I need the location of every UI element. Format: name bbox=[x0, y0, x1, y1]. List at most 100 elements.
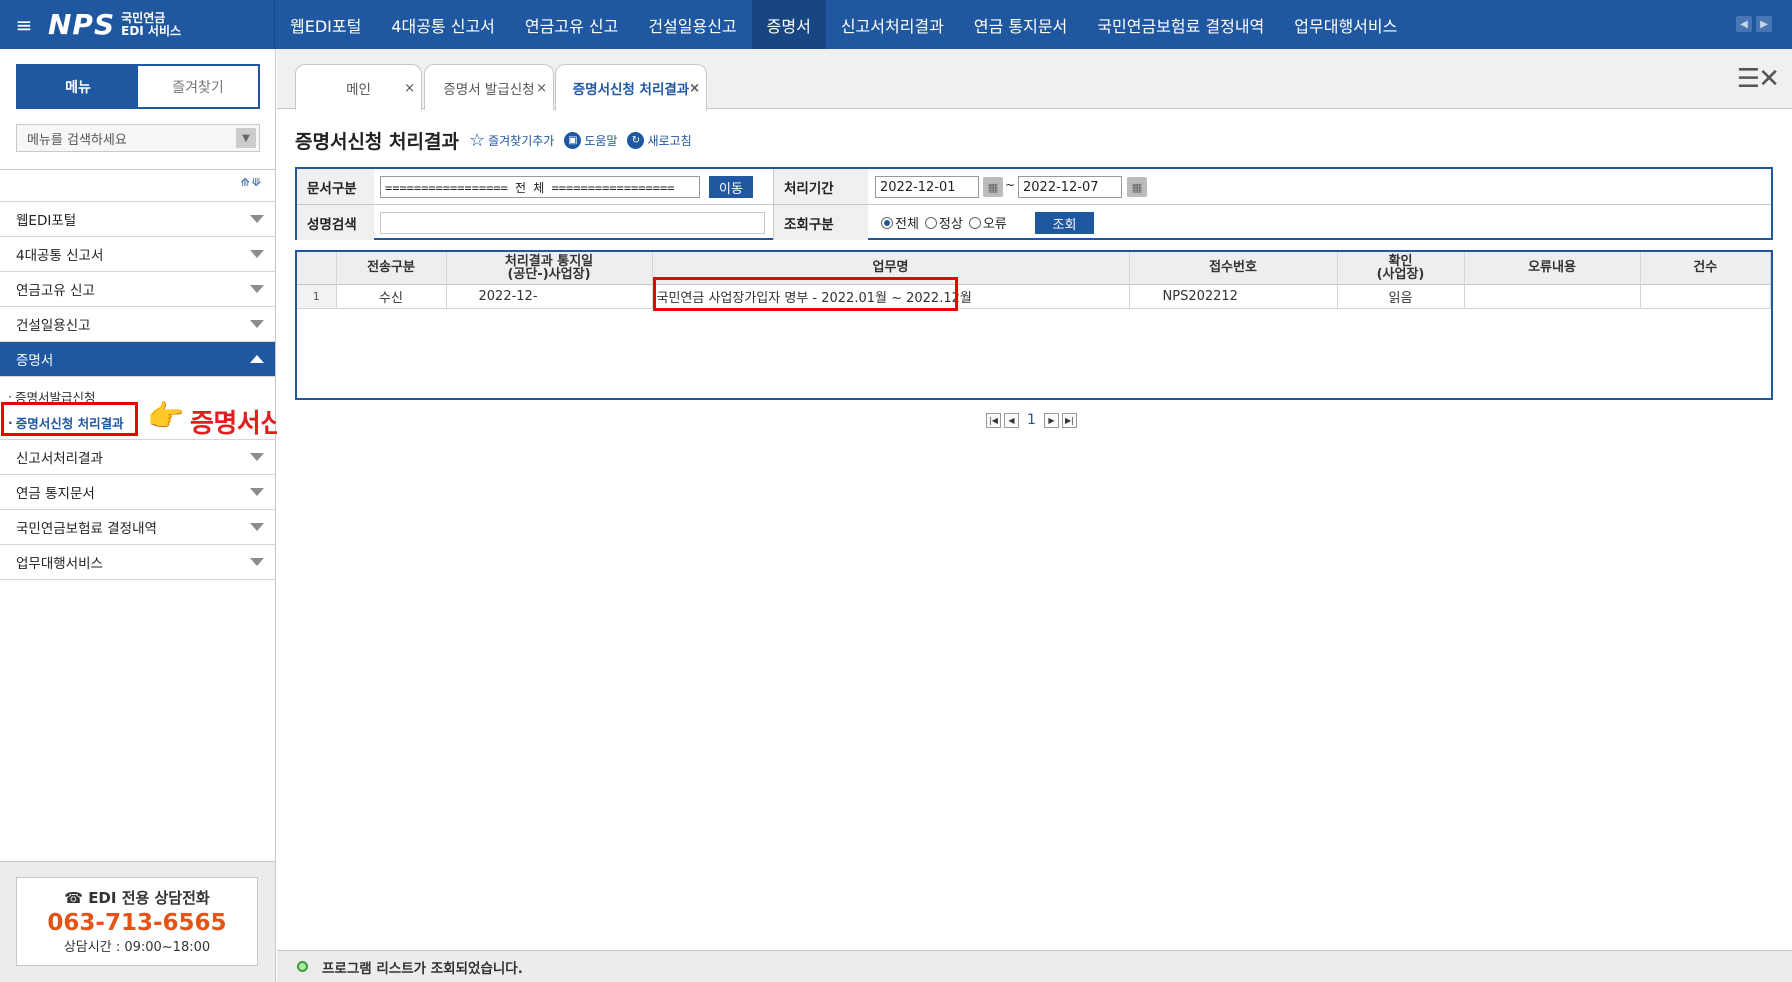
topnav-premium[interactable]: 국민연금보험료 결정내역 bbox=[1082, 0, 1279, 49]
cell-confirm: 읽음 bbox=[1337, 284, 1465, 309]
col-header-error[interactable]: 오류내용 bbox=[1464, 252, 1641, 285]
topnav-certificate[interactable]: 증명서 bbox=[751, 0, 826, 49]
topnav-webedi[interactable]: 웹EDI포털 bbox=[275, 0, 376, 49]
annotation-highlight-box bbox=[653, 277, 958, 311]
radio-button[interactable] bbox=[881, 216, 893, 229]
prev-page-icon[interactable]: ◀ bbox=[1004, 412, 1019, 428]
radio-normal[interactable]: 정상 bbox=[924, 213, 963, 232]
chevron-down-icon bbox=[250, 488, 264, 496]
radio-button[interactable] bbox=[968, 216, 981, 229]
arrow-left-icon[interactable]: ◀ bbox=[1736, 16, 1752, 32]
annotation-highlight-box bbox=[1, 402, 138, 436]
table-header-row: 전송구분 처리결과 통지일 (공단-)사업장) 업무명 접수번호 확인 (사업장… bbox=[297, 252, 1771, 285]
sidebar-tab-favorites[interactable]: 즐겨찾기 bbox=[138, 66, 258, 107]
tab-cert-result[interactable]: 증명서신청 처리결과 × bbox=[555, 64, 707, 111]
filter-row-1: 문서구분 ================= 전 체 =============… bbox=[297, 169, 1771, 204]
hamburger-icon[interactable]: ≡ bbox=[0, 0, 48, 49]
refresh-link[interactable]: ↻ 새로고침 bbox=[627, 132, 692, 149]
calendar-icon[interactable]: ▦ bbox=[983, 177, 1003, 197]
sidebar-item-4dae[interactable]: 4대공통 신고서 bbox=[0, 237, 275, 272]
col-header-date[interactable]: 처리결과 통지일 (공단-)사업장) bbox=[446, 252, 653, 285]
doc-type-select[interactable]: ================= 전 체 ================= bbox=[380, 176, 700, 198]
date-from-input[interactable]: 2022-12-01 bbox=[875, 176, 979, 198]
sidebar-item-label: 건설일용신고 bbox=[16, 318, 91, 334]
date-separator: ~ bbox=[1005, 178, 1016, 192]
doc-type-label: 문서구분 bbox=[297, 169, 374, 204]
radio-button[interactable] bbox=[924, 216, 937, 229]
cell-type: 수신 bbox=[336, 284, 447, 309]
next-page-icon[interactable]: ▶ bbox=[1043, 412, 1059, 428]
col-header-receipt[interactable]: 접수번호 bbox=[1129, 252, 1338, 285]
tab-list-close-icon[interactable]: ☰✕ bbox=[1737, 64, 1780, 94]
sidebar-menu: 웹EDI포털 4대공통 신고서 연금고유 신고 건설일용신고 증명서 · 증명서발… bbox=[0, 201, 275, 580]
query-type-label: 조회구분 bbox=[773, 205, 868, 240]
cell-date: 2022-12- bbox=[446, 284, 653, 309]
tab-main[interactable]: 메인 × bbox=[295, 64, 422, 110]
doc-type-value: ================= 전 체 ================= bbox=[385, 180, 675, 195]
radio-all[interactable]: 전체 bbox=[881, 213, 919, 232]
query-type-radios: 전체 정상 오류 bbox=[881, 205, 1007, 240]
sidebar-item-pension[interactable]: 연금고유 신고 bbox=[0, 272, 275, 307]
top-bar: ≡ NPS 국민연금 EDI 서비스 웹EDI포털 4대공통 신고서 연금고유 … bbox=[0, 0, 1792, 49]
sidebar-item-webedi[interactable]: 웹EDI포털 bbox=[0, 202, 275, 237]
topnav-notice[interactable]: 연금 통지문서 bbox=[959, 0, 1082, 49]
divider bbox=[0, 169, 275, 170]
sidebar-item-premium[interactable]: 국민연금보험료 결정내역 bbox=[0, 510, 275, 545]
table-row[interactable]: 1 수신 2022-12- 국민연금 사업장가입자 명부 - 2022.01월 … bbox=[297, 284, 1771, 309]
chevron-down-icon bbox=[250, 215, 264, 223]
logo-line2: EDI 서비스 bbox=[121, 23, 182, 38]
sidebar-item-construction[interactable]: 건설일용신고 bbox=[0, 307, 275, 342]
result-grid: 전송구분 처리결과 통지일 (공단-)사업장) 업무명 접수번호 확인 (사업장… bbox=[295, 250, 1773, 400]
sidebar-item-certificate[interactable]: 증명서 bbox=[0, 342, 275, 377]
sidebar-item-notice[interactable]: 연금 통지문서 bbox=[0, 475, 275, 510]
name-search-label: 성명검색 bbox=[297, 205, 374, 240]
collapse-all-icon[interactable]: ⟰ bbox=[241, 176, 250, 189]
sidebar-item-label: 웹EDI포털 bbox=[16, 213, 77, 229]
filter-row-2: 성명검색 조회구분 전체 정상 오류 조회 bbox=[297, 204, 1771, 240]
go-button[interactable]: 이동 bbox=[709, 176, 753, 198]
col-header-type[interactable]: 전송구분 bbox=[336, 252, 447, 285]
last-page-icon[interactable]: ▶| bbox=[1061, 412, 1077, 428]
arrow-right-icon[interactable]: ▶ bbox=[1756, 16, 1772, 32]
add-favorite-link[interactable]: ☆ 즐겨찾기추가 bbox=[469, 130, 554, 151]
close-icon[interactable]: × bbox=[536, 81, 547, 96]
page-header: 증명서신청 처리결과 ☆ 즐겨찾기추가 ▣ 도움말 ↻ 새로고침 bbox=[295, 127, 692, 154]
search-button[interactable]: 조회 bbox=[1035, 212, 1094, 234]
help-label: 도움말 bbox=[584, 134, 618, 148]
pointing-hand-icon: 👉 bbox=[147, 399, 185, 434]
sidebar-tab-menu[interactable]: 메뉴 bbox=[18, 66, 138, 107]
col-header-confirm[interactable]: 확인 (사업장) bbox=[1337, 252, 1465, 285]
status-bar: 프로그램 리스트가 조회되었습니다. bbox=[277, 950, 1792, 982]
topnav-pension[interactable]: 연금고유 신고 bbox=[510, 0, 633, 49]
radio-label: 전체 bbox=[895, 217, 919, 232]
dropdown-arrow-icon[interactable]: ▼ bbox=[236, 128, 256, 148]
sidebar-footer: ☎ EDI 전용 상담전화 063-713-6565 상담시간 : 09:00~… bbox=[0, 861, 275, 982]
logo[interactable]: NPS 국민연금 EDI 서비스 bbox=[48, 0, 275, 49]
topnav-report-result[interactable]: 신고서처리결과 bbox=[826, 0, 959, 49]
sidebar-item-label: 신고서처리결과 bbox=[16, 451, 103, 467]
menu-search-select[interactable]: 메뉴를 검색하세요 ▼ bbox=[16, 124, 260, 152]
sidebar-item-report-result[interactable]: 신고서처리결과 bbox=[0, 440, 275, 475]
status-ok-icon bbox=[297, 961, 308, 972]
radio-error[interactable]: 오류 bbox=[968, 213, 1007, 232]
call-hours: 상담시간 : 09:00~18:00 bbox=[63, 940, 211, 955]
help-link[interactable]: ▣ 도움말 bbox=[564, 132, 617, 149]
topnav-4dae[interactable]: 4대공통 신고서 bbox=[376, 0, 510, 49]
close-icon[interactable]: × bbox=[404, 81, 415, 96]
close-icon[interactable]: × bbox=[689, 81, 700, 96]
page-number[interactable]: 1 bbox=[1027, 412, 1036, 428]
top-nav: 웹EDI포털 4대공통 신고서 연금고유 신고 건설일용신고 증명서 신고서처리… bbox=[275, 0, 1412, 49]
topnav-agency[interactable]: 업무대행서비스 bbox=[1279, 0, 1412, 49]
call-center-box: ☎ EDI 전용 상담전화 063-713-6565 상담시간 : 09:00~… bbox=[16, 877, 258, 966]
sidebar-item-agency[interactable]: 업무대행서비스 bbox=[0, 545, 275, 580]
calendar-icon[interactable]: ▦ bbox=[1127, 177, 1147, 197]
first-page-icon[interactable]: |◀ bbox=[986, 412, 1001, 428]
tab-cert-issue[interactable]: 증명서 발급신청 × bbox=[424, 64, 554, 110]
sidebar-item-label: 4대공통 신고서 bbox=[16, 248, 104, 264]
expand-all-icon[interactable]: ⟱ bbox=[252, 176, 261, 189]
topnav-construction[interactable]: 건설일용신고 bbox=[633, 0, 751, 49]
name-search-input[interactable] bbox=[380, 212, 765, 234]
col-header-count[interactable]: 건수 bbox=[1640, 252, 1771, 285]
col-header-no bbox=[297, 252, 337, 285]
date-to-input[interactable]: 2022-12-07 bbox=[1018, 176, 1122, 198]
